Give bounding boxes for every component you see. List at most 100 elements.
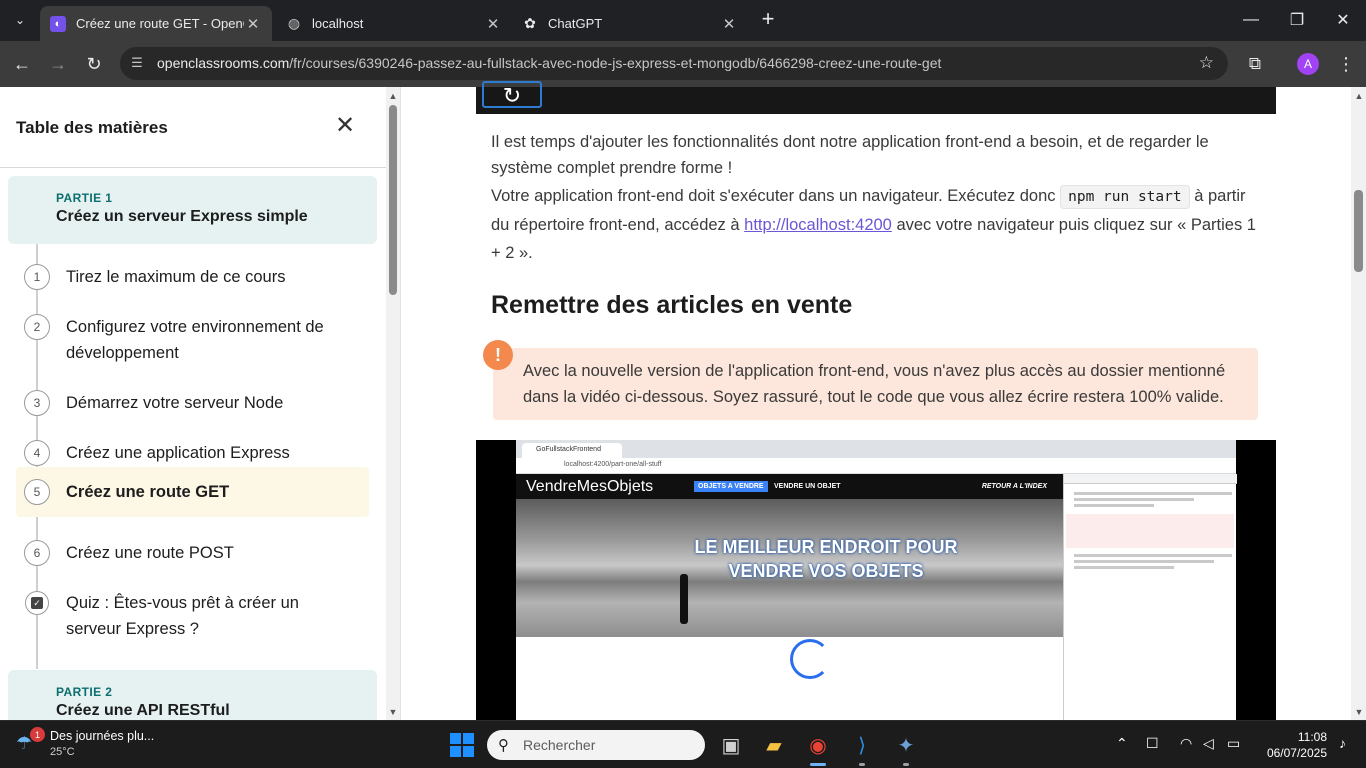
url-text: openclassrooms.com/fr/courses/6390246-pa… — [157, 55, 942, 71]
close-tab-icon[interactable]: ✕ — [720, 15, 738, 33]
tab-localhost[interactable]: ◍ localhost ✕ — [276, 6, 512, 41]
close-icon[interactable]: ✕ — [334, 114, 356, 138]
minimize-button[interactable]: — — [1228, 6, 1274, 34]
video-devtools-panel — [1063, 474, 1237, 720]
console-line — [1074, 498, 1194, 501]
menu-kebab-icon[interactable]: ⋮ — [1333, 51, 1359, 77]
page-scroll-thumb[interactable] — [1354, 190, 1363, 272]
chapter-number: 4 — [24, 440, 50, 466]
git-gui-icon[interactable]: ✦ — [890, 729, 922, 761]
notification-badge: 1 — [30, 727, 45, 742]
chapter-label: Configurez votre environnement de dévelo… — [66, 318, 324, 362]
tab-openclassrooms[interactable]: ◐ Créez une route GET - OpenClassrooms ✕ — [40, 6, 272, 41]
video-nav-item: VENDRE UN OBJET — [774, 483, 841, 490]
battery-icon[interactable]: ▭ — [1227, 735, 1240, 752]
video-tab-strip: GoFullstackFrontend — [516, 440, 1236, 458]
vscode-icon[interactable]: ⟩ — [846, 729, 878, 761]
address-bar[interactable]: ☰ openclassrooms.com/fr/courses/6390246-… — [120, 47, 1228, 80]
video-url: localhost:4200/part-one/all-stuff — [564, 461, 662, 468]
tab-title: Créez une route GET - OpenClassrooms — [76, 16, 244, 31]
extensions-icon[interactable]: ⧉ — [1242, 51, 1268, 77]
toc-item-1[interactable]: 1 Tirez le maximum de ce cours — [16, 262, 369, 292]
active-app-indicator — [810, 763, 826, 766]
system-clock[interactable]: 11:08 06/07/2025 — [1261, 729, 1327, 761]
tab-search-button[interactable]: ⌄ — [8, 8, 32, 32]
profile-avatar[interactable]: A — [1297, 53, 1319, 75]
chapter-label: Démarrez votre serveur Node — [66, 394, 284, 412]
task-view-icon[interactable]: ▣ — [715, 729, 747, 761]
scroll-up-arrow-icon[interactable]: ▲ — [1352, 89, 1366, 103]
quiz-label: Quiz : Êtes-vous prêt à créer un serveur… — [66, 594, 299, 638]
restore-button[interactable]: ❐ — [1274, 6, 1320, 34]
console-error — [1066, 514, 1234, 548]
reload-button[interactable]: ↻ — [81, 51, 107, 77]
new-tab-button[interactable]: + — [758, 8, 778, 32]
part-2-card[interactable]: PARTIE 2 Créez une API RESTful — [8, 670, 377, 720]
page-scrollbar[interactable] — [1351, 87, 1366, 720]
replay-icon[interactable]: ↻ — [482, 81, 542, 108]
chrome-icon[interactable]: ◉ — [802, 729, 834, 761]
weather-title[interactable]: Des journées plu... — [50, 729, 154, 743]
running-app-indicator — [903, 763, 909, 766]
video-tab-title: GoFullstackFrontend — [522, 443, 622, 458]
web-page: Table des matières ✕ PARTIE 1 Créez un s… — [0, 81, 1366, 720]
search-icon: ⚲ — [498, 737, 509, 754]
file-explorer-icon[interactable]: ▰ — [758, 729, 790, 761]
toc-item-6[interactable]: 6 Créez une route POST — [16, 538, 369, 568]
toc-item-2[interactable]: 2 Configurez votre environnement de déve… — [16, 313, 369, 369]
divider — [0, 167, 386, 168]
part-title: Créez une API RESTful — [56, 702, 230, 719]
quiz-icon: ✓ — [25, 591, 49, 615]
chevron-up-icon[interactable]: ⌃ — [1116, 735, 1128, 752]
video-frame: GoFullstackFrontend localhost:4200/part-… — [516, 440, 1237, 720]
weather-temp: 25°C — [50, 746, 75, 758]
site-info-icon[interactable]: ☰ — [128, 55, 146, 71]
loading-spinner-icon — [790, 639, 830, 679]
part-title: Créez un serveur Express simple — [56, 208, 308, 225]
toc-item-3[interactable]: 3 Démarrez votre serveur Node — [16, 388, 369, 418]
clock-time: 11:08 — [1297, 730, 1327, 744]
video-hero-text: LE MEILLEUR ENDROIT POUR VENDRE VOS OBJE… — [694, 537, 958, 581]
sidebar-scroll-thumb[interactable] — [389, 105, 397, 295]
scroll-down-arrow-icon[interactable]: ▼ — [386, 705, 400, 719]
wifi-icon[interactable]: ◠ — [1180, 735, 1192, 752]
chapter-number: 5 — [24, 479, 50, 505]
video-hero-image: LE MEILLEUR ENDROIT POUR VENDRE VOS OBJE… — [516, 499, 1063, 637]
part-label: PARTIE 2 — [56, 685, 113, 699]
console-line — [1074, 492, 1232, 495]
close-tab-icon[interactable]: ✕ — [484, 15, 502, 33]
close-window-button[interactable]: ✕ — [1320, 6, 1366, 34]
toc-item-5-current[interactable]: 5 Créez une route GET — [16, 467, 369, 517]
scroll-up-arrow-icon[interactable]: ▲ — [386, 89, 400, 103]
back-button[interactable]: ← — [9, 51, 35, 77]
toc-item-4[interactable]: 4 Créez une application Express — [16, 438, 369, 468]
taskbar-search[interactable]: ⚲ Rechercher — [487, 730, 705, 760]
search-placeholder: Rechercher — [523, 737, 596, 753]
toc-quiz[interactable]: ✓ Quiz : Êtes-vous prêt à créer un serve… — [16, 588, 369, 644]
alert-text: Avec la nouvelle version de l'applicatio… — [523, 362, 1226, 406]
clock-date: 06/07/2025 — [1266, 746, 1327, 760]
volume-icon[interactable]: ◁ — [1203, 735, 1214, 752]
toc-title: Table des matières — [16, 118, 168, 137]
tab-chatgpt[interactable]: ✿ ChatGPT ✕ — [512, 6, 748, 41]
close-tab-icon[interactable]: ✕ — [244, 15, 262, 33]
paragraph-instructions: Votre application front-end doit s'exécu… — [491, 185, 1256, 262]
chapter-label: Créez une route GET — [66, 483, 230, 501]
section-heading: Remettre des articles en vente — [491, 291, 853, 319]
notification-center-icon[interactable]: ☐ — [1146, 735, 1159, 752]
part-1-card[interactable]: PARTIE 1 Créez un serveur Express simple — [8, 176, 377, 244]
bookmark-star-icon[interactable]: ☆ — [1199, 53, 1214, 73]
paragraph-intro: Il est temps d'ajouter les fonctionnalit… — [491, 133, 1209, 177]
scroll-down-arrow-icon[interactable]: ▼ — [1352, 705, 1366, 719]
console-line — [1074, 504, 1154, 507]
chapter-label: Créez une application Express — [66, 444, 290, 462]
windows-start-icon[interactable] — [450, 733, 474, 757]
warning-icon: ! — [483, 340, 513, 370]
chapter-number: 2 — [24, 314, 50, 340]
windows-taskbar: ☂ 1 Des journées plu... 25°C ⚲ Recherche… — [0, 720, 1366, 768]
video-player[interactable]: GoFullstackFrontend localhost:4200/part-… — [476, 440, 1276, 720]
localhost-link[interactable]: http://localhost:4200 — [744, 216, 892, 234]
forward-button[interactable]: → — [45, 51, 71, 77]
chapter-number: 3 — [24, 390, 50, 416]
bell-icon[interactable]: ♪ — [1339, 735, 1346, 751]
